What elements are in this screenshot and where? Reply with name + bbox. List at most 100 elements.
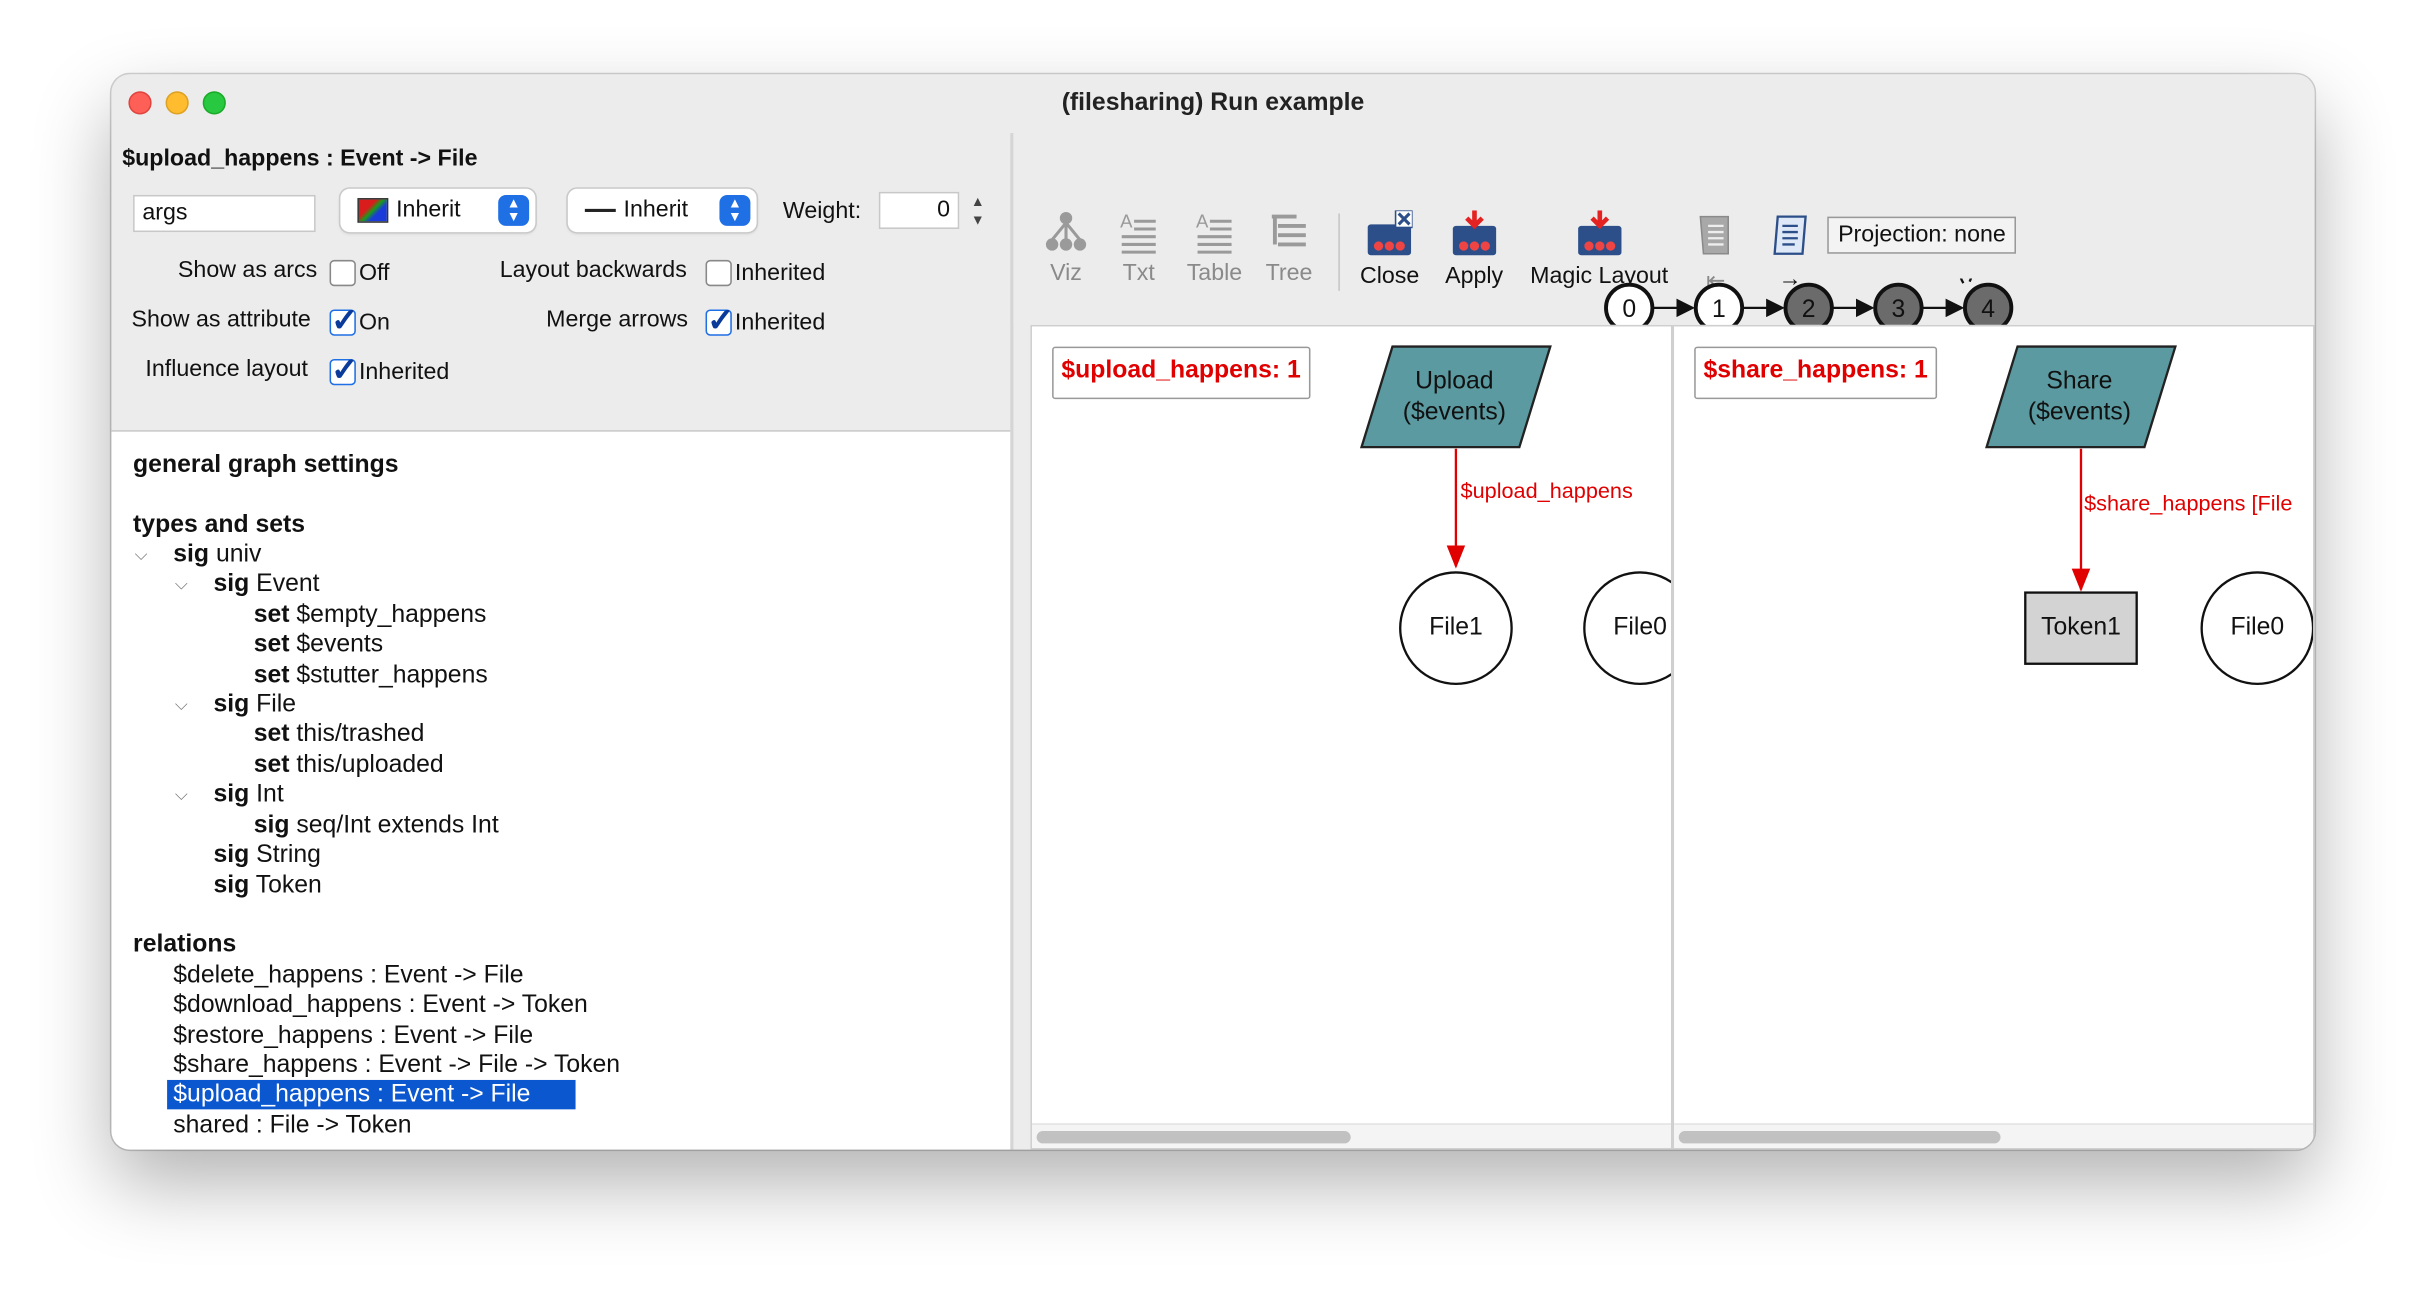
state-0[interactable]: 0 (1604, 282, 1655, 325)
close-button[interactable]: Close (1360, 210, 1419, 289)
horizontal-scrollbar[interactable] (1674, 1123, 2314, 1149)
tree-relation-item[interactable]: $delete_happens : Event -> File (173, 961, 523, 990)
state-1[interactable]: 1 (1693, 282, 1745, 325)
svg-text:4: 4 (1981, 296, 1995, 323)
show-as-arcs-checkbox[interactable] (329, 259, 356, 287)
layout-backwards-label: Layout backwards (499, 256, 687, 284)
apply-theme-icon (1452, 210, 1496, 256)
tree-sig-int[interactable]: sig Int (214, 780, 284, 809)
influence-layout-label: Influence layout (145, 355, 309, 383)
chevron-down-icon[interactable]: ⌵ (175, 696, 188, 716)
node-label: File0 (1613, 614, 1667, 641)
tree-sig-string[interactable]: sig String (214, 840, 321, 869)
relation-title: $upload_happens : Event -> File (122, 145, 478, 172)
show-as-attribute-value: On (358, 309, 390, 336)
projection-button[interactable]: Projection: none (1827, 216, 2017, 254)
app-window: (filesharing) Run example $upload_happen… (111, 74, 2315, 1150)
scroll-left-icon (1699, 215, 1729, 255)
state-timeline: 0 1 2 3 4 (1604, 278, 2014, 325)
layout-backwards-checkbox[interactable] (705, 259, 732, 287)
popup-arrows-icon: ▲ ▼ (719, 194, 751, 226)
scroll-thumb[interactable] (1036, 1131, 1351, 1144)
tree-relation-item[interactable]: $share_happens : Event -> File -> Token (173, 1051, 620, 1080)
svg-text:A: A (1196, 210, 1209, 231)
tree-sig-event[interactable]: sig Event (214, 569, 320, 598)
weight-label: Weight: (782, 198, 862, 225)
tree-set-item[interactable]: set $empty_happens (254, 600, 487, 629)
svg-text:1: 1 (1712, 296, 1726, 323)
scroll-thumb[interactable] (1678, 1131, 2001, 1144)
edge-label: $upload_happens (1460, 478, 1633, 503)
graph-canvas-right[interactable]: $share_happens: 1 Share ($events) $share… (1672, 324, 2315, 1150)
horizontal-scrollbar[interactable] (1031, 1123, 1671, 1149)
tree-sig-token[interactable]: sig Token (214, 871, 322, 900)
svg-text:0: 0 (1622, 296, 1636, 323)
style-popup[interactable]: Inherit ▲ ▼ (567, 188, 757, 233)
show-as-arcs-value: Off (358, 259, 390, 287)
event-node-label: Share ($events) (2027, 368, 2132, 426)
tree-relation-item[interactable]: $download_happens : Event -> Token (173, 990, 588, 1019)
close-label: Close (1359, 263, 1420, 290)
weight-field[interactable]: 0 (878, 191, 960, 229)
graph-left-svg (1359, 345, 1671, 686)
influence-layout-value: Inherited (358, 358, 450, 386)
merge-arrows-label: Merge arrows (546, 306, 689, 333)
relation-settings-panel: $upload_happens : Event -> File args Inh… (111, 133, 1011, 429)
tree-relation-item[interactable]: $restore_happens : Event -> File (173, 1021, 533, 1050)
viz-button[interactable]: Viz (1044, 210, 1087, 286)
toolbar-separator (1338, 213, 1340, 291)
show-as-attribute-label: Show as attribute (131, 306, 311, 333)
color-swatch-icon (357, 198, 389, 223)
state-4[interactable]: 4 (1963, 282, 2014, 325)
line-style-icon (584, 208, 616, 212)
tree-sig-seq-int[interactable]: sig seq/Int extends Int (254, 811, 499, 840)
state-3[interactable]: 3 (1873, 282, 1924, 325)
timeline-loop (1959, 278, 1972, 284)
tree-relation-item[interactable]: shared : File -> Token (173, 1111, 411, 1140)
tree-sig-univ[interactable]: sig univ (173, 540, 261, 569)
merge-arrows-value: Inherited (734, 309, 826, 336)
influence-layout-checkbox[interactable] (329, 351, 358, 390)
color-popup[interactable]: Inherit ▲ ▼ (340, 188, 536, 233)
chevron-down-icon[interactable]: ⌵ (175, 576, 188, 596)
weight-stepper[interactable]: ▲ ▼ (967, 192, 989, 232)
tree-set-item[interactable]: set this/trashed (254, 719, 425, 748)
node-label: File1 (1429, 614, 1483, 641)
style-popup-label: Inherit (623, 196, 689, 223)
theme-tree: general graph settings types and sets ⌵ … (111, 430, 1011, 1150)
label-input[interactable]: args (133, 194, 316, 233)
close-theme-icon (1367, 210, 1413, 256)
viz-toolbar: Viz A Txt A Table Tree Close Apply Magic… (1013, 133, 2315, 325)
tree-sig-file[interactable]: sig File (214, 690, 297, 719)
tree-set-item[interactable]: set this/uploaded (254, 750, 444, 779)
chevron-down-icon[interactable]: ⌵ (175, 786, 188, 806)
text-icon: A (1120, 210, 1156, 254)
tree-relation-item-selected[interactable]: $upload_happens : Event -> File (167, 1079, 576, 1110)
table-button[interactable]: A Table (1187, 210, 1242, 286)
apply-button[interactable]: Apply (1445, 210, 1503, 289)
svg-text:A: A (1120, 210, 1133, 231)
merge-arrows-checkbox[interactable] (705, 302, 734, 340)
scroll-right-icon (1773, 215, 1807, 255)
svg-text:2: 2 (1802, 296, 1816, 323)
table-label: Table (1186, 259, 1243, 287)
tree-set-item[interactable]: set $events (254, 630, 383, 659)
state-2[interactable]: 2 (1783, 282, 1834, 325)
event-node-label: Upload ($events) (1402, 368, 1506, 426)
edge-label: $share_happens [File (2084, 490, 2293, 516)
tree-label: Tree (1265, 259, 1313, 287)
popup-arrows-icon: ▲ ▼ (498, 194, 530, 226)
apply-label: Apply (1445, 263, 1504, 290)
window-title: (filesharing) Run example (1061, 89, 1365, 117)
magic-layout-button[interactable]: Magic Layout (1530, 210, 1668, 289)
show-as-attribute-checkbox[interactable] (329, 302, 358, 340)
tree-set-item[interactable]: set $stutter_happens (254, 661, 488, 690)
tree-button[interactable]: Tree (1265, 210, 1313, 287)
tree-general-settings[interactable]: general graph settings (133, 450, 398, 479)
graph-canvas-left[interactable]: $upload_happens: 1 Upload ($events) $upl… (1030, 324, 1673, 1150)
title-bar: (filesharing) Run example (111, 74, 2315, 134)
layout-backwards-value: Inherited (734, 259, 826, 287)
txt-button[interactable]: A Txt (1119, 210, 1159, 286)
magic-layout-icon (1577, 210, 1621, 256)
chevron-down-icon[interactable]: ⌵ (135, 546, 148, 566)
